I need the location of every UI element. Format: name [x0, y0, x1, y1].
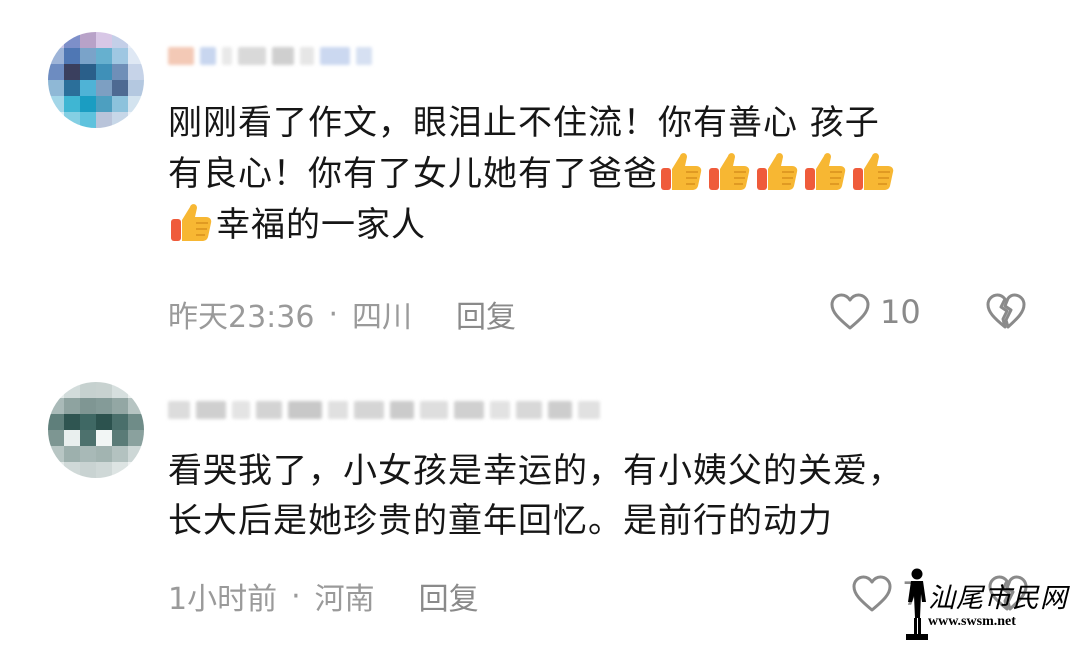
thumbs-up-emoji — [805, 153, 846, 190]
reply-button[interactable]: 回复 — [419, 574, 479, 618]
thumbs-up-emoji-group — [168, 204, 216, 245]
comment-meta: 1小时前 · 河南 回复 — [168, 574, 479, 618]
thumbs-up-emoji — [853, 153, 894, 190]
comment-text-line: 长大后是她珍贵的童年回忆。是前行的动力 — [168, 501, 833, 541]
watermark-title: 汕尾市民网 — [928, 583, 1068, 614]
comment-location: 四川 — [352, 300, 413, 335]
like-button[interactable]: 10 — [828, 290, 921, 334]
comment-text-line: 幸福的一家人 — [168, 199, 1048, 250]
thumbs-up-emoji — [171, 204, 212, 241]
comment-text-line: 看哭我了，小女孩是幸运的，有小姨父的关爱， — [168, 451, 903, 491]
comment-time: 1小时前 — [168, 582, 278, 617]
avatar[interactable] — [48, 32, 144, 128]
thumbs-up-emoji — [709, 153, 750, 190]
comment-list: 刚刚看了作文，眼泪止不住流！你有善心 孩子 有良心！你有了女儿她有了爸爸 幸福的… — [0, 0, 1080, 646]
avatar[interactable] — [48, 382, 144, 478]
comment-meta: 昨天23:36 · 四川 回复 — [168, 292, 516, 336]
comment-item: 刚刚看了作文，眼泪止不住流！你有善心 孩子 有良心！你有了女儿她有了爸爸 幸福的… — [0, 0, 1080, 360]
username-blurred[interactable] — [168, 36, 372, 76]
watermark-url: www.swsm.net — [928, 614, 1016, 629]
thumbs-up-emoji — [757, 153, 798, 190]
meta-separator: · — [291, 578, 301, 614]
reply-button[interactable]: 回复 — [456, 292, 516, 336]
comment-text: 看哭我了，小女孩是幸运的，有小姨父的关爱， 长大后是她珍贵的童年回忆。是前行的动… — [168, 446, 1048, 546]
comment-text: 刚刚看了作文，眼泪止不住流！你有善心 孩子 有良心！你有了女儿她有了爸爸 幸福的… — [168, 98, 1048, 250]
site-watermark: 汕尾市民网 www.swsm.net — [902, 566, 1072, 642]
comment-time: 昨天23:36 — [168, 300, 315, 335]
meta-separator: · — [328, 296, 339, 332]
like-count: 10 — [880, 293, 921, 331]
username-blurred[interactable] — [168, 390, 600, 430]
heart-outline-icon — [852, 575, 892, 612]
comment-location: 河南 — [314, 582, 375, 617]
heart-outline-icon — [830, 293, 870, 330]
broken-heart-icon[interactable] — [984, 290, 1028, 334]
thumbs-up-emoji — [661, 153, 702, 190]
comment-text-line: 有良心！你有了女儿她有了爸爸 — [168, 148, 1048, 199]
thumbs-up-emoji-group — [658, 153, 898, 194]
comment-text-line: 刚刚看了作文，眼泪止不住流！你有善心 孩子 — [168, 103, 880, 143]
